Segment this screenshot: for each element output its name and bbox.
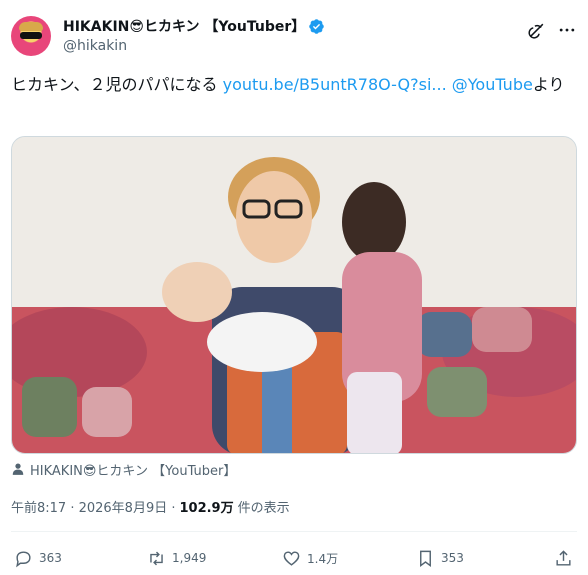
author-avatar[interactable] <box>11 16 51 56</box>
share-icon <box>556 549 571 566</box>
tweet-header: HIKAKIN😎ヒカキン 【YouTuber】 @hikakin <box>11 12 577 60</box>
avatar-glasses <box>20 32 42 39</box>
tagged-user-name[interactable]: HIKAKIN😎ヒカキン 【YouTuber】 <box>30 460 236 479</box>
view-count-label: 件の表示 <box>237 501 290 516</box>
tweet-text-prefix: ヒカキン、２児のパパになる <box>11 75 223 94</box>
tweet-meta: 午前8:17 · 2026年8月9日 · 102.9万 件の表示 <box>11 497 290 516</box>
like-button[interactable]: 1.4万 <box>282 546 338 570</box>
repost-icon <box>150 551 163 565</box>
author-name-row[interactable]: HIKAKIN😎ヒカキン 【YouTuber】 <box>63 16 325 36</box>
grok-icon[interactable] <box>527 20 547 40</box>
author-display-name[interactable]: HIKAKIN😎ヒカキン 【YouTuber】 <box>63 16 305 36</box>
tweet-mention[interactable]: @YouTube <box>452 75 533 94</box>
tweet-link[interactable]: youtu.be/B5untR78O-Q?si... <box>223 75 447 94</box>
photo-illustration <box>12 137 576 453</box>
avatar-hair <box>19 22 43 31</box>
tweet-text-suffix: より <box>532 75 565 94</box>
author-handle[interactable]: @hikakin <box>63 38 127 54</box>
tweet-photo[interactable] <box>11 136 577 454</box>
action-bar: 363 1,949 1.4万 353 <box>11 546 577 570</box>
tweet-timestamp[interactable]: 午前8:17 · 2026年8月9日 · <box>11 497 175 516</box>
verified-badge-icon <box>309 18 325 34</box>
repost-count: 1,949 <box>172 551 207 565</box>
divider <box>11 531 577 532</box>
reply-count: 363 <box>39 551 62 565</box>
reply-button[interactable]: 363 <box>14 546 62 570</box>
tweet-text: ヒカキン、２児のパパになる youtu.be/B5untR78O-Q?si...… <box>11 73 577 97</box>
bookmark-icon <box>420 550 431 567</box>
repost-button[interactable]: 1,949 <box>147 546 206 570</box>
like-icon <box>283 550 300 566</box>
more-icon[interactable] <box>557 20 577 40</box>
tagged-users[interactable]: HIKAKIN😎ヒカキン 【YouTuber】 <box>11 460 236 479</box>
bookmark-count: 353 <box>441 551 464 565</box>
view-count: 102.9万 <box>179 501 234 516</box>
reply-icon <box>16 550 31 567</box>
person-icon <box>12 463 24 475</box>
like-count: 1.4万 <box>307 551 339 566</box>
share-button[interactable] <box>554 546 573 570</box>
bookmark-button[interactable]: 353 <box>416 546 464 570</box>
